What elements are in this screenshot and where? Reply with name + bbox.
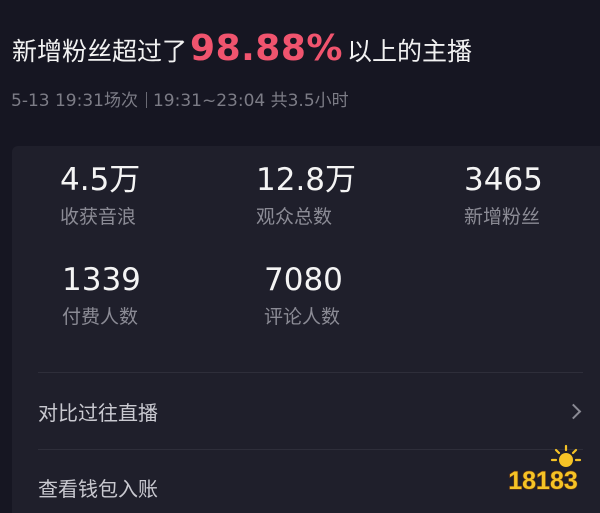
stat-income: 4.5万 收获音浪	[60, 163, 240, 229]
live-summary-screen: 新增粉丝超过了 98.88% 以上的主播 5-13 19:31场次 19:31~2…	[0, 0, 600, 513]
headline-prefix: 新增粉丝超过了	[12, 37, 188, 66]
session-time-range: 19:31~23:04 共3.5小时	[152, 91, 349, 111]
stat-label: 评论人数	[264, 306, 341, 328]
session-info: 5-13 19:31场次 19:31~23:04 共3.5小时	[11, 86, 349, 111]
compare-past-lives-row[interactable]: 对比过往直播	[38, 383, 583, 439]
stat-label: 观众总数	[256, 206, 333, 228]
stat-label: 新增粉丝	[464, 206, 541, 228]
stat-commenters: 7080 评论人数	[264, 263, 444, 329]
stat-new-fans: 3465 新增粉丝	[464, 163, 600, 229]
stat-value: 7080	[264, 262, 343, 298]
sun-icon	[550, 444, 582, 467]
session-separator	[145, 92, 147, 108]
stat-value: 12.8万	[256, 162, 357, 198]
view-wallet-income-label: 查看钱包入账	[38, 476, 158, 501]
stat-value: 4.5万	[60, 162, 141, 198]
stat-viewers: 12.8万 观众总数	[256, 163, 436, 229]
stat-value: 3465	[464, 162, 543, 198]
stat-label: 付费人数	[62, 306, 139, 328]
stat-payers: 1339 付费人数	[62, 263, 242, 329]
session-date-time: 5-13 19:31场次	[11, 91, 138, 111]
headline-suffix: 以上的主播	[346, 37, 472, 66]
watermark-text: 18183	[508, 467, 578, 495]
compare-past-lives-label: 对比过往直播	[38, 400, 158, 425]
headline-percent: 98.88%	[190, 28, 343, 69]
headline: 新增粉丝超过了 98.88% 以上的主播	[12, 28, 472, 72]
chevron-right-icon	[565, 403, 582, 420]
divider	[38, 372, 583, 373]
site-logo-watermark: 18183	[508, 444, 582, 496]
stat-value: 1339	[62, 262, 141, 298]
stat-label: 收获音浪	[60, 206, 137, 228]
